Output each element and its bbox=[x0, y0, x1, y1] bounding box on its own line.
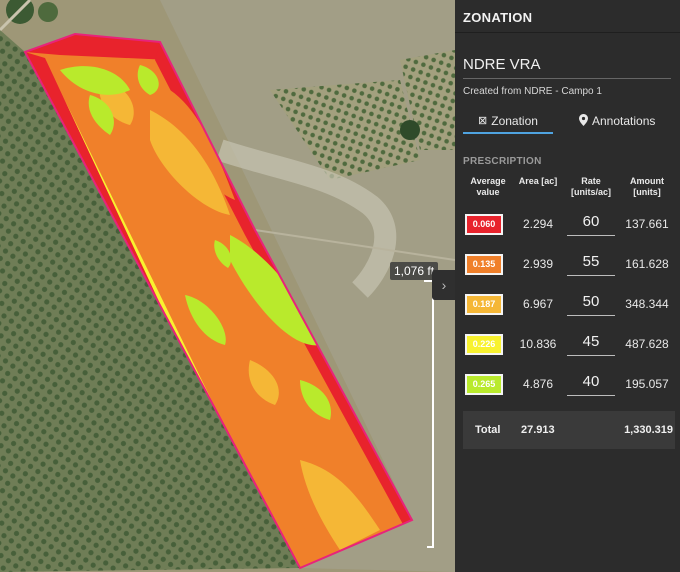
zone-color-chip: 0.060 bbox=[465, 213, 503, 235]
table-row: 0.226 10.836 45 487.628 bbox=[463, 324, 675, 364]
rate-cell: 55 bbox=[563, 244, 619, 284]
col-rate: Rate [units/ac] bbox=[570, 176, 611, 197]
rate-input[interactable]: 60 bbox=[567, 213, 615, 236]
zonation-panel: ZONATION NDRE VRA Created from NDRE - Ca… bbox=[455, 0, 680, 572]
table-row: 0.265 4.876 40 195.057 bbox=[463, 364, 675, 404]
area-cell: 6.967 bbox=[522, 297, 554, 311]
rate-cell: 50 bbox=[563, 284, 619, 324]
col-average-value: Average value bbox=[470, 176, 506, 197]
zone-color-chip: 0.187 bbox=[465, 293, 503, 315]
panel-header: ZONATION bbox=[463, 10, 533, 25]
satellite-map bbox=[0, 0, 455, 572]
amount-cell: 348.344 bbox=[625, 297, 669, 311]
zonation-icon: ⊠ bbox=[478, 115, 488, 127]
rate-input[interactable]: 55 bbox=[567, 253, 615, 276]
area-cell: 2.939 bbox=[522, 257, 554, 271]
rate-input[interactable]: 50 bbox=[567, 293, 615, 316]
average-value-cell: 0.135 bbox=[463, 244, 513, 284]
zone-color-chip: 0.265 bbox=[465, 373, 503, 395]
map-view[interactable]: 1,076 ft bbox=[0, 0, 455, 572]
table-row: 0.060 2.294 60 137.661 bbox=[463, 204, 675, 244]
tab-zonation[interactable]: ⊠ Zonation bbox=[463, 108, 553, 134]
zone-color-chip: 0.226 bbox=[465, 333, 503, 355]
prescription-table: Average value Area [ac] Rate [units/ac] … bbox=[463, 176, 675, 404]
col-area: Area [ac] bbox=[518, 176, 558, 186]
scale-bar bbox=[424, 280, 434, 548]
subtitle: Created from NDRE - Campo 1 bbox=[463, 86, 602, 97]
area-cell: 10.836 bbox=[519, 337, 557, 351]
rate-input[interactable]: 45 bbox=[567, 333, 615, 356]
area-cell: 2.294 bbox=[522, 217, 554, 231]
col-amount: Amount [units] bbox=[630, 176, 664, 197]
tab-annotations[interactable]: Annotations bbox=[579, 108, 655, 134]
rate-cell: 45 bbox=[563, 324, 619, 364]
total-area: 27.913 bbox=[521, 424, 555, 436]
panel-divider bbox=[455, 32, 680, 33]
average-value-cell: 0.226 bbox=[463, 324, 513, 364]
table-row: 0.187 6.967 50 348.344 bbox=[463, 284, 675, 324]
amount-cell: 161.628 bbox=[625, 257, 669, 271]
scale-label: 1,076 ft bbox=[390, 262, 439, 280]
amount-cell: 137.661 bbox=[625, 217, 669, 231]
rate-input[interactable]: 40 bbox=[567, 373, 615, 396]
amount-cell: 195.057 bbox=[625, 377, 669, 391]
rate-cell: 40 bbox=[563, 364, 619, 404]
map-pin-icon bbox=[579, 114, 588, 129]
page-title: NDRE VRA bbox=[463, 56, 671, 79]
amount-cell: 487.628 bbox=[625, 337, 669, 351]
average-value-cell: 0.060 bbox=[463, 204, 513, 244]
collapse-panel-button[interactable]: › bbox=[432, 270, 456, 300]
average-value-cell: 0.265 bbox=[463, 364, 513, 404]
zone-color-chip: 0.135 bbox=[465, 253, 503, 275]
total-amount: 1,330.319 bbox=[624, 424, 673, 436]
total-row: Total 27.913 1,330.319 bbox=[463, 411, 675, 449]
rate-cell: 60 bbox=[563, 204, 619, 244]
total-label: Total bbox=[475, 424, 501, 436]
section-label: PRESCRIPTION bbox=[463, 156, 542, 167]
tab-zonation-label: Zonation bbox=[491, 114, 538, 128]
tab-annotations-label: Annotations bbox=[592, 114, 656, 128]
average-value-cell: 0.187 bbox=[463, 284, 513, 324]
chevron-right-icon: › bbox=[441, 277, 447, 293]
table-row: 0.135 2.939 55 161.628 bbox=[463, 244, 675, 284]
area-cell: 4.876 bbox=[522, 377, 554, 391]
panel-tabs: ⊠ Zonation Annotations bbox=[463, 108, 680, 134]
